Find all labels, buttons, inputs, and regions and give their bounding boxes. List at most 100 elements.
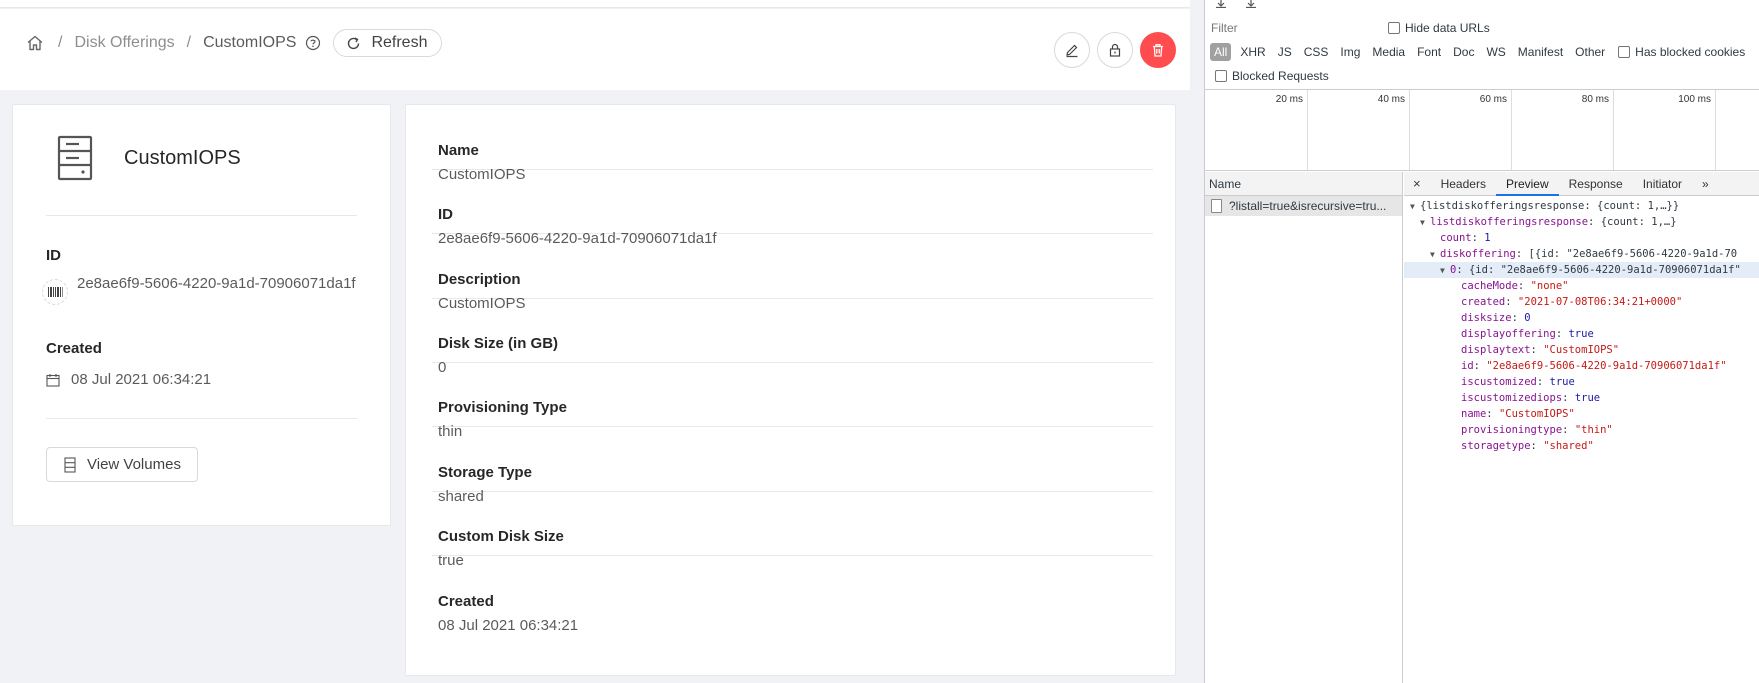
- breadcrumb-current: CustomIOPS: [203, 34, 297, 51]
- json-key: listdiskofferingsresponse: [1430, 216, 1589, 228]
- detail-disk-size: Disk Size (in GB) 0: [432, 298, 1153, 376]
- json-value: "shared": [1543, 440, 1594, 452]
- request-preview-pane: × Headers Preview Response Initiator » ▼…: [1404, 172, 1759, 683]
- timeline-gridline: [1307, 90, 1308, 170]
- json-item0-fields: cacheMode: "none" created: "2021-07-08T06…: [1404, 278, 1759, 454]
- resource-summary-card: CustomIOPS ID 2e8ae6f9-5606-4220-9a1d-70…: [12, 104, 391, 526]
- breadcrumb-disk-offerings[interactable]: Disk Offerings: [74, 34, 174, 52]
- network-timeline[interactable]: 20 ms 40 ms 60 ms 80 ms 100 ms: [1205, 89, 1759, 171]
- created-row: 08 Jul 2021 06:34:21: [46, 371, 211, 388]
- json-value: "CustomIOPS": [1543, 344, 1620, 356]
- type-other[interactable]: Other: [1572, 43, 1608, 61]
- type-js[interactable]: JS: [1275, 43, 1295, 61]
- detail-description: Description CustomIOPS: [432, 234, 1153, 312]
- json-key: name: [1461, 408, 1487, 420]
- json-value: true: [1549, 376, 1575, 388]
- name-column-header[interactable]: Name: [1205, 172, 1402, 196]
- json-value: 0: [1524, 312, 1531, 324]
- type-doc[interactable]: Doc: [1450, 43, 1477, 61]
- json-value: "CustomIOPS": [1498, 408, 1575, 420]
- details-card: Name CustomIOPS ID 2e8ae6f9-5606-4220-9a…: [405, 104, 1176, 676]
- divider: [46, 418, 357, 419]
- json-key: cacheMode: [1461, 280, 1518, 292]
- app-main: / Disk Offerings / CustomIOPS Refresh Cu…: [0, 0, 1190, 683]
- close-icon[interactable]: ×: [1404, 176, 1431, 191]
- breadcrumb: / Disk Offerings / CustomIOPS Refresh: [24, 29, 443, 57]
- type-font[interactable]: Font: [1414, 43, 1444, 61]
- export-har-icon[interactable]: [1245, 0, 1257, 9]
- barcode-icon[interactable]: [42, 279, 68, 305]
- edit-button[interactable]: [1054, 32, 1090, 68]
- hide-data-urls-checkbox[interactable]: Hide data URLs: [1388, 21, 1490, 35]
- blocked-requests-checkbox[interactable]: Blocked Requests: [1215, 69, 1329, 83]
- has-blocked-cookies-checkbox[interactable]: Has blocked cookies: [1618, 45, 1745, 59]
- tab-initiator[interactable]: Initiator: [1633, 172, 1692, 196]
- json-field-line: displayoffering: true: [1461, 328, 1594, 340]
- json-field-line: iscustomized: true: [1461, 376, 1575, 388]
- json-root-line[interactable]: ▼ {listdiskofferingsresponse: {count: 1,……: [1404, 198, 1759, 214]
- lock-icon: [1109, 43, 1121, 57]
- edit-icon: [1066, 44, 1078, 58]
- question-circle-icon[interactable]: [305, 35, 321, 51]
- json-field-line: provisioningtype: "thin": [1461, 424, 1613, 436]
- breadcrumb-separator: /: [58, 34, 63, 51]
- json-text: {listdiskofferingsresponse: {count: 1,…}…: [1420, 200, 1680, 212]
- type-img[interactable]: Img: [1337, 43, 1363, 61]
- detail-label: Provisioning Type: [438, 399, 567, 416]
- type-media[interactable]: Media: [1369, 43, 1408, 61]
- devtools-network-panel: Hide data URLs All XHR JS CSS Img Media …: [1204, 0, 1759, 683]
- json-value: {count: 1,…}: [1600, 216, 1677, 228]
- type-css[interactable]: CSS: [1301, 43, 1332, 61]
- json-key: count: [1440, 232, 1472, 244]
- refresh-label: Refresh: [371, 34, 428, 51]
- detail-value: 08 Jul 2021 06:34:21: [438, 617, 579, 634]
- json-value: "none": [1530, 280, 1569, 292]
- detail-label: Disk Size (in GB): [438, 335, 559, 352]
- delete-button[interactable]: [1140, 32, 1176, 68]
- type-all[interactable]: All: [1210, 43, 1232, 61]
- type-xhr[interactable]: XHR: [1237, 43, 1268, 61]
- lock-button[interactable]: [1097, 32, 1133, 68]
- reload-icon: [348, 36, 360, 49]
- json-key: storagetype: [1461, 440, 1531, 452]
- json-field-line: disksize: 0: [1461, 312, 1531, 324]
- tab-preview[interactable]: Preview: [1495, 172, 1559, 196]
- tab-headers[interactable]: Headers: [1431, 172, 1496, 196]
- expanded-triangle-icon: ▼: [1430, 250, 1435, 259]
- hide-data-urls-label: Hide data URLs: [1405, 21, 1490, 35]
- json-field-line: displaytext: "CustomIOPS": [1461, 344, 1620, 356]
- timeline-tick-label: 80 ms: [1581, 94, 1609, 105]
- detail-label: Custom Disk Size: [438, 528, 564, 545]
- divider: [46, 215, 357, 216]
- json-item0-line[interactable]: ▼ 0: {id: "2e8ae6f9-5606-4220-9a1d-709060…: [1404, 262, 1759, 278]
- request-list: Name ?listall=true&isrecursive=tru...: [1205, 172, 1403, 683]
- request-row[interactable]: ?listall=true&isrecursive=tru...: [1205, 196, 1402, 216]
- type-ws[interactable]: WS: [1483, 43, 1508, 61]
- import-har-icon[interactable]: [1215, 0, 1227, 9]
- tab-response[interactable]: Response: [1559, 172, 1633, 196]
- json-value: true: [1574, 392, 1601, 404]
- timeline-tick-label: 20 ms: [1275, 94, 1303, 105]
- json-key: displayoffering: [1461, 328, 1556, 340]
- database-icon: [64, 456, 76, 473]
- json-value: 1: [1484, 232, 1491, 244]
- refresh-button[interactable]: Refresh: [333, 29, 443, 57]
- has-blocked-cookies-label: Has blocked cookies: [1635, 45, 1746, 59]
- page-header: / Disk Offerings / CustomIOPS Refresh: [0, 9, 1190, 90]
- expanded-triangle-icon: ▼: [1410, 202, 1415, 211]
- request-name: ?listall=true&isrecursive=tru...: [1229, 199, 1387, 213]
- json-diskoffering-line[interactable]: ▼ diskoffering: [{id: "2e8ae6f9-5606-4220…: [1404, 246, 1759, 262]
- json-value: [{id: "2e8ae6f9-5606-4220-9a1d-70: [1528, 248, 1738, 260]
- file-icon: [1211, 199, 1222, 213]
- checkbox-icon: [1618, 46, 1631, 58]
- home-icon[interactable]: [24, 32, 46, 54]
- filter-input[interactable]: [1209, 19, 1375, 37]
- resource-name: CustomIOPS: [124, 147, 241, 169]
- json-field-line: iscustomizediops: true: [1461, 392, 1601, 404]
- more-tabs-icon[interactable]: »: [1692, 172, 1719, 196]
- view-volumes-button[interactable]: View Volumes: [46, 447, 198, 482]
- json-value: "2021-07-08T06:34:21+0000": [1517, 296, 1683, 308]
- json-level1-line[interactable]: ▼ listdiskofferingsresponse: {count: 1,…}: [1404, 214, 1759, 230]
- id-label: ID: [46, 247, 61, 264]
- type-manifest[interactable]: Manifest: [1515, 43, 1566, 61]
